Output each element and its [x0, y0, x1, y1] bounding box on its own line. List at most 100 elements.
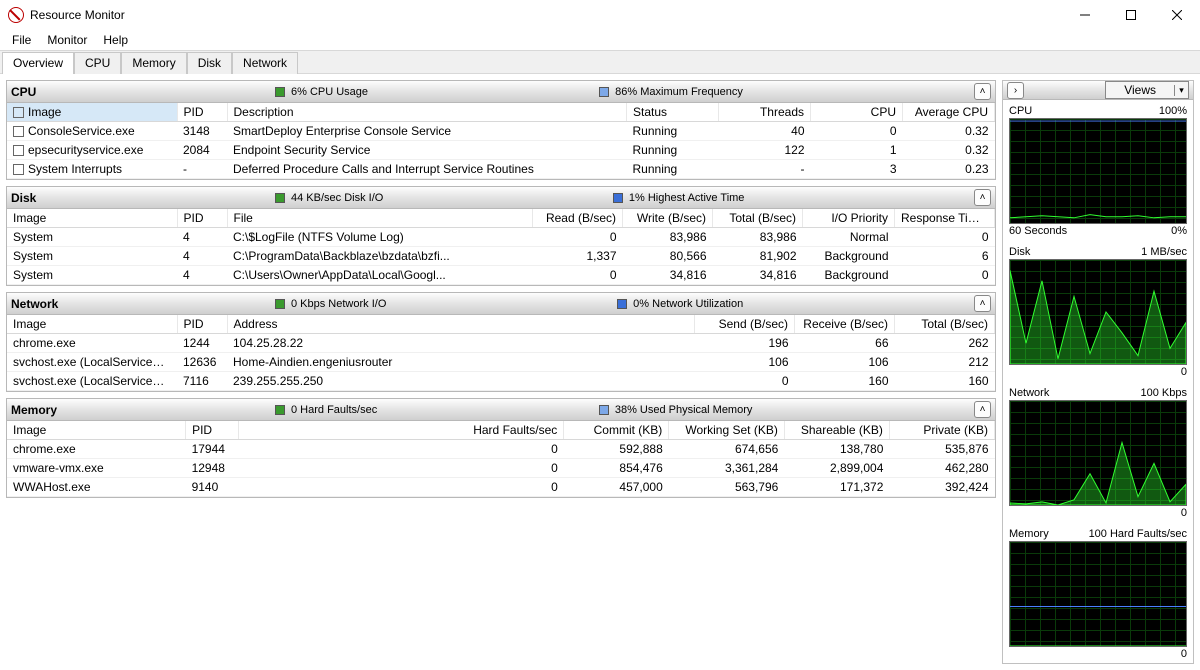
col-pid[interactable]: PID [186, 421, 239, 440]
col-priv[interactable]: Private (KB) [889, 421, 994, 440]
col-pid[interactable]: PID [177, 315, 227, 334]
col-total[interactable]: Total (B/sec) [895, 315, 995, 334]
chevron-up-icon: ˄ [980, 192, 986, 203]
cell: 160 [895, 372, 995, 391]
cell: 1244 [177, 334, 227, 353]
chart-title: Network [1009, 387, 1049, 399]
table-row[interactable]: WWAHost.exe91400457,000563,796171,372392… [7, 478, 995, 497]
collapse-button[interactable]: ˄ [974, 83, 991, 100]
section-memory-header[interactable]: Memory 0 Hard Faults/sec 38% Used Physic… [7, 399, 995, 421]
col-image[interactable]: Image [7, 103, 177, 122]
checkbox[interactable] [13, 164, 24, 175]
table-row[interactable]: chrome.exe1244104.25.28.2219666262 [7, 334, 995, 353]
col-image[interactable]: Image [7, 209, 177, 228]
table-row[interactable]: System Interrupts-Deferred Procedure Cal… [7, 160, 995, 179]
section-network: Network 0 Kbps Network I/O 0% Network Ut… [6, 292, 996, 392]
chart-scale: 1 MB/sec [1141, 246, 1187, 258]
cell: 212 [895, 353, 995, 372]
table-row[interactable]: svchost.exe (LocalServiceAndNo...7116239… [7, 372, 995, 391]
section-network-header[interactable]: Network 0 Kbps Network I/O 0% Network Ut… [7, 293, 995, 315]
chevron-up-icon: ˄ [980, 404, 986, 415]
chart-footer-left: 60 Seconds [1009, 225, 1067, 237]
collapse-button[interactable]: ˄ [974, 295, 991, 312]
checkbox[interactable] [13, 145, 24, 156]
col-pid[interactable]: PID [177, 103, 227, 122]
expand-charts-button[interactable]: › [1007, 82, 1024, 99]
cell: 9140 [186, 478, 239, 497]
net-util-stat: 0% Network Utilization [633, 298, 743, 310]
menu-monitor[interactable]: Monitor [39, 31, 95, 49]
table-row[interactable]: System4C:\$LogFile (NTFS Volume Log)083,… [7, 228, 995, 247]
col-commit[interactable]: Commit (KB) [564, 421, 669, 440]
col-send[interactable]: Send (B/sec) [695, 315, 795, 334]
section-memory: Memory 0 Hard Faults/sec 38% Used Physic… [6, 398, 996, 498]
collapse-button[interactable]: ˄ [974, 401, 991, 418]
cell: Home-Aindien.engeniusrouter [227, 353, 695, 372]
chart-scale: 100% [1159, 105, 1187, 117]
col-threads[interactable]: Threads [719, 103, 811, 122]
disk-active-stat: 1% Highest Active Time [629, 192, 745, 204]
collapse-button[interactable]: ˄ [974, 189, 991, 206]
col-avg[interactable]: Average CPU [903, 103, 995, 122]
mem-used-stat: 38% Used Physical Memory [615, 404, 753, 416]
col-recv[interactable]: Receive (B/sec) [795, 315, 895, 334]
cell: epsecurityservice.exe [7, 141, 177, 160]
mini-chart-network: Network100 Kbps 0 [1009, 386, 1187, 523]
cell: 34,816 [623, 266, 713, 285]
menu-help[interactable]: Help [95, 31, 136, 49]
col-file[interactable]: File [227, 209, 533, 228]
col-write[interactable]: Write (B/sec) [623, 209, 713, 228]
tab-network[interactable]: Network [232, 52, 298, 74]
table-row[interactable]: svchost.exe (LocalServicePeerNet)12636Ho… [7, 353, 995, 372]
cell: chrome.exe [7, 334, 177, 353]
col-resp[interactable]: Response Time ... [895, 209, 995, 228]
table-row[interactable]: System4C:\ProgramData\Backblaze\bzdata\b… [7, 247, 995, 266]
views-button[interactable]: Views ▾ [1105, 81, 1189, 99]
cell: 106 [695, 353, 795, 372]
col-read[interactable]: Read (B/sec) [533, 209, 623, 228]
col-image[interactable]: Image [7, 315, 177, 334]
table-row[interactable]: chrome.exe179440592,888674,656138,780535… [7, 440, 995, 459]
cell: 1 [811, 141, 903, 160]
chart-canvas [1009, 541, 1187, 647]
cell: chrome.exe [7, 440, 186, 459]
col-total[interactable]: Total (B/sec) [713, 209, 803, 228]
col-share[interactable]: Shareable (KB) [784, 421, 889, 440]
cell: - [719, 160, 811, 179]
col-image[interactable]: Image [7, 421, 186, 440]
close-button[interactable] [1154, 0, 1200, 30]
col-prio[interactable]: I/O Priority [803, 209, 895, 228]
col-hf[interactable]: Hard Faults/sec [238, 421, 564, 440]
section-cpu: CPU 6% CPU Usage 86% Maximum Frequency ˄… [6, 80, 996, 180]
col-cpu[interactable]: CPU [811, 103, 903, 122]
table-row[interactable]: ConsoleService.exe3148SmartDeploy Enterp… [7, 122, 995, 141]
col-desc[interactable]: Description [227, 103, 627, 122]
table-header-row: Image PID File Read (B/sec) Write (B/sec… [7, 209, 995, 228]
tab-disk[interactable]: Disk [187, 52, 232, 74]
disk-table: Image PID File Read (B/sec) Write (B/sec… [7, 209, 995, 285]
table-row[interactable]: vmware-vmx.exe129480854,4763,361,2842,89… [7, 459, 995, 478]
section-disk-header[interactable]: Disk 44 KB/sec Disk I/O 1% Highest Activ… [7, 187, 995, 209]
cell: System [7, 247, 177, 266]
col-pid[interactable]: PID [177, 209, 227, 228]
tab-overview[interactable]: Overview [2, 52, 74, 74]
menu-file[interactable]: File [4, 31, 39, 49]
cell: 7116 [177, 372, 227, 391]
table-row[interactable]: System4C:\Users\Owner\AppData\Local\Goog… [7, 266, 995, 285]
col-addr[interactable]: Address [227, 315, 695, 334]
checkbox[interactable] [13, 107, 24, 118]
checkbox[interactable] [13, 126, 24, 137]
table-row[interactable]: epsecurityservice.exe2084Endpoint Securi… [7, 141, 995, 160]
cell: 0 [895, 228, 995, 247]
cell: 122 [719, 141, 811, 160]
tab-memory[interactable]: Memory [121, 52, 186, 74]
col-status[interactable]: Status [627, 103, 719, 122]
cell: 196 [695, 334, 795, 353]
chart-footer-right: 0 [1181, 366, 1187, 378]
minimize-button[interactable] [1062, 0, 1108, 30]
maximize-button[interactable] [1108, 0, 1154, 30]
cell: 535,876 [889, 440, 994, 459]
tab-cpu[interactable]: CPU [74, 52, 121, 74]
col-ws[interactable]: Working Set (KB) [669, 421, 785, 440]
section-cpu-header[interactable]: CPU 6% CPU Usage 86% Maximum Frequency ˄ [7, 81, 995, 103]
